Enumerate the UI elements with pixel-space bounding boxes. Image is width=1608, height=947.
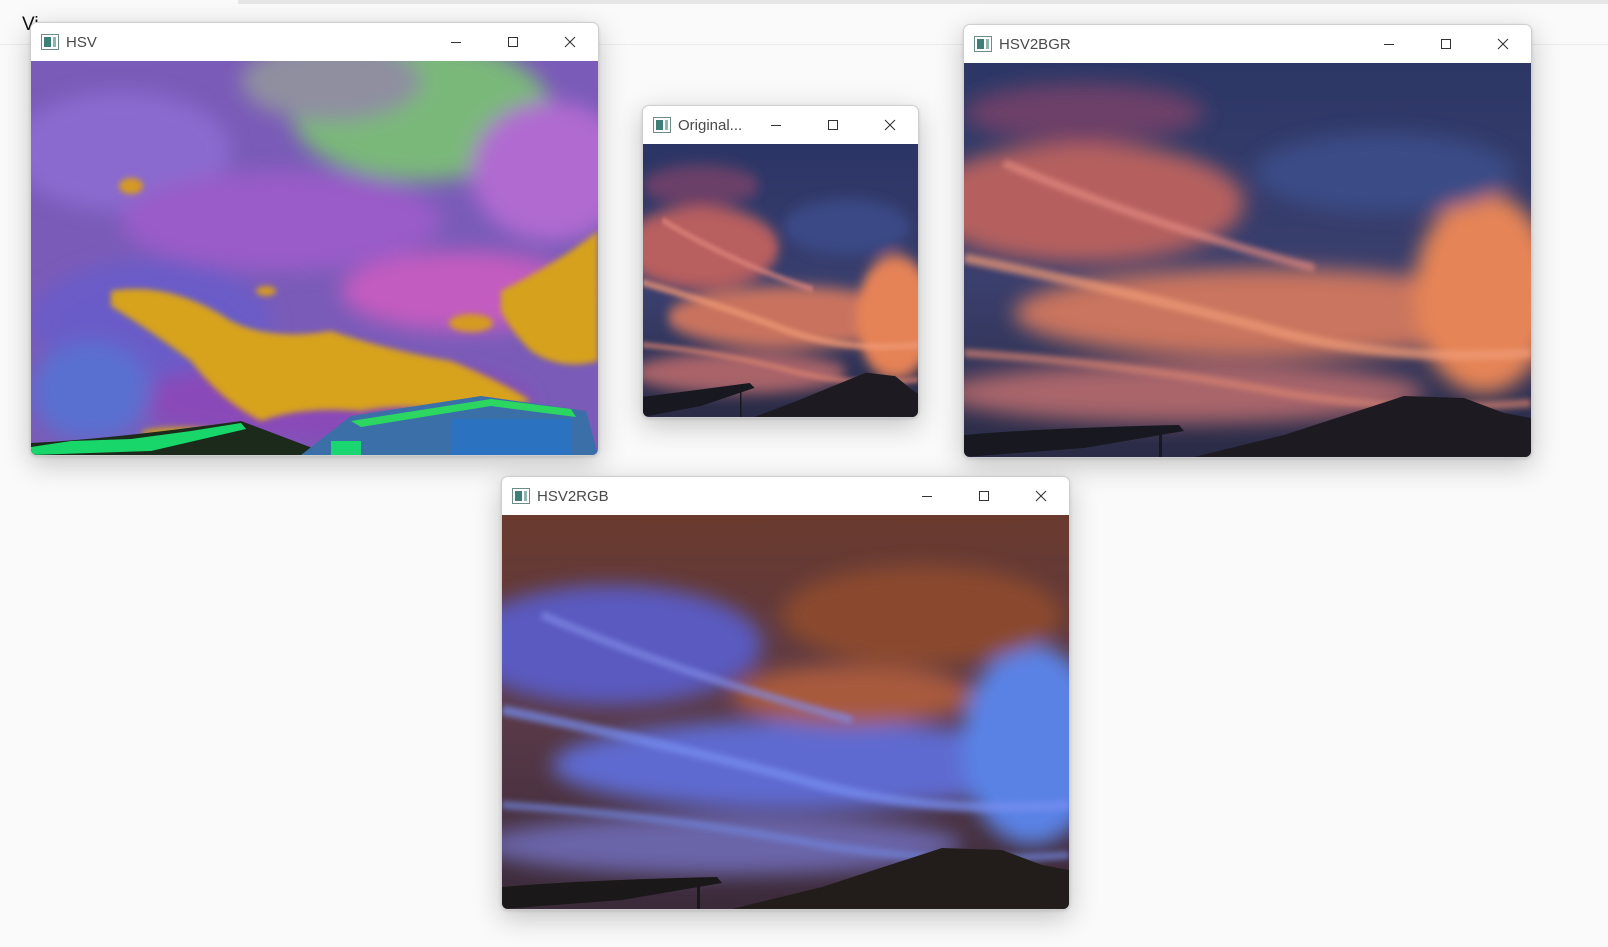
app-icon [974, 36, 992, 52]
maximize-button[interactable] [484, 23, 541, 61]
original-window-title: Original... [678, 116, 743, 134]
close-icon [884, 119, 895, 131]
app-icon [653, 117, 671, 133]
minimize-icon [770, 125, 781, 126]
background-window-edge [238, 0, 1608, 4]
hsv2rgb-titlebar[interactable]: HSV2RGB [502, 477, 1069, 515]
hsv2bgr-window-title: HSV2BGR [999, 35, 1071, 53]
hsv-window[interactable]: HSV [30, 22, 599, 456]
original-window[interactable]: Original... [642, 105, 919, 418]
hsv2rgb-window[interactable]: HSV2RGB [501, 476, 1070, 910]
minimize-button[interactable] [898, 477, 955, 515]
hsv-titlebar[interactable]: HSV [31, 23, 598, 61]
minimize-button[interactable] [427, 23, 484, 61]
original-titlebar[interactable]: Original... [643, 106, 918, 144]
minimize-button[interactable] [1360, 25, 1417, 63]
hsv2rgb-image [502, 515, 1069, 909]
close-icon [1497, 38, 1508, 50]
close-icon [1035, 490, 1046, 502]
minimize-icon [1383, 44, 1394, 45]
minimize-icon [450, 42, 461, 43]
maximize-icon [1440, 39, 1451, 49]
maximize-icon [827, 120, 838, 130]
desktop: Vi HSV [0, 0, 1608, 947]
minimize-button[interactable] [747, 106, 804, 144]
close-button[interactable] [1012, 477, 1069, 515]
minimize-icon [921, 496, 932, 497]
maximize-button[interactable] [955, 477, 1012, 515]
maximize-button[interactable] [1417, 25, 1474, 63]
hsv2bgr-image [964, 63, 1531, 457]
close-button[interactable] [1474, 25, 1531, 63]
close-icon [564, 36, 575, 48]
hsv2bgr-window[interactable]: HSV2BGR [963, 24, 1532, 458]
maximize-icon [507, 37, 518, 47]
hsv2rgb-window-title: HSV2RGB [537, 487, 609, 505]
close-button[interactable] [861, 106, 918, 144]
app-icon [41, 34, 59, 50]
hsv-image [31, 61, 598, 455]
original-image [643, 144, 918, 417]
close-button[interactable] [541, 23, 598, 61]
maximize-icon [978, 491, 989, 501]
hsv2bgr-titlebar[interactable]: HSV2BGR [964, 25, 1531, 63]
app-icon [512, 488, 530, 504]
maximize-button[interactable] [804, 106, 861, 144]
hsv-window-title: HSV [66, 33, 97, 51]
